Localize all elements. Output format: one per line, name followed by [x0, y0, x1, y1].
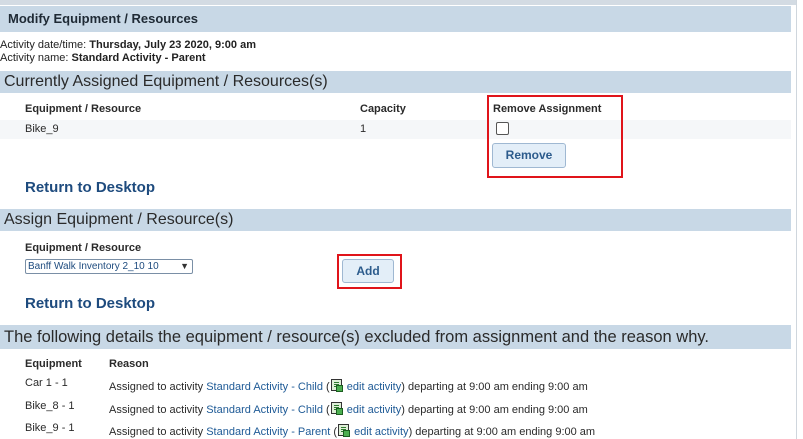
activity-link[interactable]: Standard Activity - Child: [206, 404, 323, 416]
edit-activity-link[interactable]: edit activity: [347, 381, 401, 393]
return-to-desktop-link-2[interactable]: Return to Desktop: [25, 295, 155, 312]
table-row: [0, 120, 791, 139]
activity-name-value: Standard Activity - Parent: [71, 52, 206, 64]
equipment-select[interactable]: Banff Walk Inventory 2_10 10 ▼: [25, 259, 193, 274]
activity-link[interactable]: Standard Activity - Child: [206, 381, 323, 393]
activity-link[interactable]: Standard Activity - Parent: [206, 426, 330, 438]
assigned-equipment-cell: Bike_9: [25, 123, 59, 135]
top-bar: [0, 0, 796, 5]
reason-suffix: departing at 9:00 am ending 9:00 am: [415, 426, 596, 438]
excluded-equipment-cell: Bike_8 - 1: [25, 400, 75, 412]
reason-suffix: departing at 9:00 am ending 9:00 am: [407, 381, 588, 393]
edit-activity-link[interactable]: edit activity: [347, 404, 401, 416]
excluded-equipment-cell: Bike_9 - 1: [25, 422, 75, 434]
edit-icon[interactable]: [338, 424, 351, 437]
assign-field-label: Equipment / Resource: [25, 242, 142, 254]
excluded-section-title: The following details the equipment / re…: [0, 325, 791, 349]
col-reason: Reason: [109, 358, 149, 370]
edit-activity-link[interactable]: edit activity: [354, 426, 408, 438]
highlight-box-remove: [487, 95, 623, 178]
reason-prefix: Assigned to activity: [109, 404, 204, 416]
chevron-down-icon: ▼: [180, 261, 189, 271]
assigned-capacity-cell: 1: [360, 123, 367, 135]
right-border: [796, 0, 797, 439]
edit-icon[interactable]: [330, 402, 343, 415]
assign-section-title: Assign Equipment / Resource(s): [0, 209, 791, 231]
page-title: Modify Equipment / Resources: [0, 6, 791, 32]
excluded-reason-cell: Assigned to activity Standard Activity -…: [109, 402, 588, 416]
excluded-reason-cell: Assigned to activity Standard Activity -…: [109, 379, 588, 393]
reason-prefix: Assigned to activity: [109, 426, 204, 438]
col-capacity: Capacity: [360, 103, 406, 115]
activity-datetime-value: Thursday, July 23 2020, 9:00 am: [89, 39, 256, 51]
edit-icon[interactable]: [330, 379, 343, 392]
col-equipment-resource: Equipment / Resource: [25, 103, 142, 115]
assigned-section-title: Currently Assigned Equipment / Resources…: [0, 71, 791, 93]
return-to-desktop-link[interactable]: Return to Desktop: [25, 179, 155, 196]
activity-datetime-label: Activity date/time:: [0, 39, 87, 51]
reason-prefix: Assigned to activity: [109, 381, 204, 393]
equipment-select-value: Banff Walk Inventory 2_10 10: [28, 261, 159, 272]
activity-datetime: Activity date/time: Thursday, July 23 20…: [0, 39, 256, 52]
excluded-reason-cell: Assigned to activity Standard Activity -…: [109, 424, 596, 438]
col-equipment: Equipment: [25, 358, 82, 370]
activity-name: Activity name: Standard Activity - Paren…: [0, 52, 206, 65]
reason-suffix: departing at 9:00 am ending 9:00 am: [407, 404, 588, 416]
highlight-box-add: [337, 254, 402, 289]
activity-name-label: Activity name:: [0, 52, 69, 64]
excluded-equipment-cell: Car 1 - 1: [25, 377, 68, 389]
